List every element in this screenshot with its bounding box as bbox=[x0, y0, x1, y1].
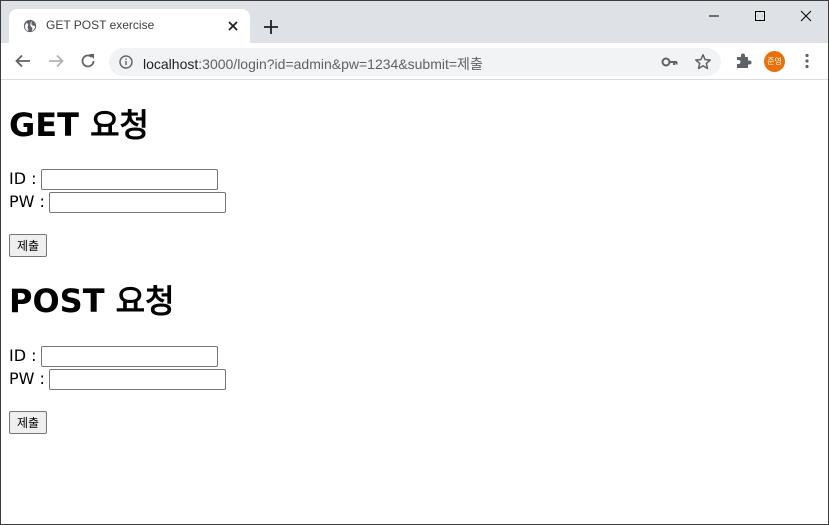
info-icon[interactable] bbox=[119, 55, 133, 69]
tab-strip: GET POST exercise bbox=[1, 1, 828, 43]
profile-avatar[interactable]: 준영 bbox=[764, 51, 785, 72]
post-pw-label: PW : bbox=[9, 369, 45, 388]
post-pw-row: PW : bbox=[9, 368, 226, 390]
get-submit-button[interactable]: 제출 bbox=[9, 234, 48, 257]
get-pw-label: PW : bbox=[9, 192, 45, 211]
forward-button[interactable] bbox=[45, 50, 67, 72]
tab-title: GET POST exercise bbox=[46, 18, 155, 32]
close-icon[interactable] bbox=[225, 18, 241, 34]
key-icon[interactable] bbox=[661, 54, 679, 70]
address-bar[interactable]: localhost:3000/login?id=admin&pw=1234&su… bbox=[109, 48, 721, 76]
url-path: :3000/login?id=admin&pw=1234&submit=제출 bbox=[198, 56, 483, 72]
post-heading: POST 요청 bbox=[9, 282, 175, 320]
star-icon[interactable] bbox=[694, 53, 712, 71]
maximize-button[interactable] bbox=[737, 1, 783, 31]
maximize-icon bbox=[755, 11, 765, 21]
minimize-button[interactable] bbox=[691, 1, 737, 31]
get-id-input[interactable] bbox=[40, 168, 218, 190]
url-text[interactable]: localhost:3000/login?id=admin&pw=1234&su… bbox=[143, 54, 483, 74]
back-arrow-icon bbox=[15, 54, 30, 68]
minimize-icon bbox=[709, 15, 719, 17]
post-id-label: ID : bbox=[9, 346, 37, 365]
get-pw-input[interactable] bbox=[48, 191, 226, 213]
post-id-input[interactable] bbox=[40, 345, 218, 367]
puzzle-icon[interactable] bbox=[734, 52, 752, 70]
browser-toolbar: localhost:3000/login?id=admin&pw=1234&su… bbox=[1, 43, 828, 80]
url-host: localhost bbox=[143, 56, 199, 72]
browser-window: GET POST exercise localhost:3000/login?i… bbox=[0, 0, 829, 525]
get-id-label: ID : bbox=[9, 169, 37, 188]
window-close-icon bbox=[800, 10, 812, 22]
post-id-row: ID : bbox=[9, 345, 218, 367]
active-tab[interactable]: GET POST exercise bbox=[9, 9, 250, 43]
plus-icon[interactable] bbox=[260, 16, 282, 38]
reload-icon bbox=[81, 54, 95, 68]
reload-button[interactable] bbox=[77, 50, 99, 72]
back-button[interactable] bbox=[12, 50, 34, 72]
globe-icon bbox=[23, 19, 37, 33]
kebab-menu-icon[interactable] bbox=[798, 52, 816, 70]
get-heading: GET 요청 bbox=[9, 106, 149, 144]
get-pw-row: PW : bbox=[9, 191, 226, 213]
page-content: GET 요청 ID : PW : 제출 POST 요청 ID : PW : 제출 bbox=[9, 81, 819, 521]
get-id-row: ID : bbox=[9, 168, 218, 190]
post-pw-input[interactable] bbox=[48, 368, 226, 390]
window-close-button[interactable] bbox=[783, 1, 828, 31]
forward-arrow-icon bbox=[49, 54, 64, 68]
post-submit-button[interactable]: 제출 bbox=[9, 411, 48, 434]
